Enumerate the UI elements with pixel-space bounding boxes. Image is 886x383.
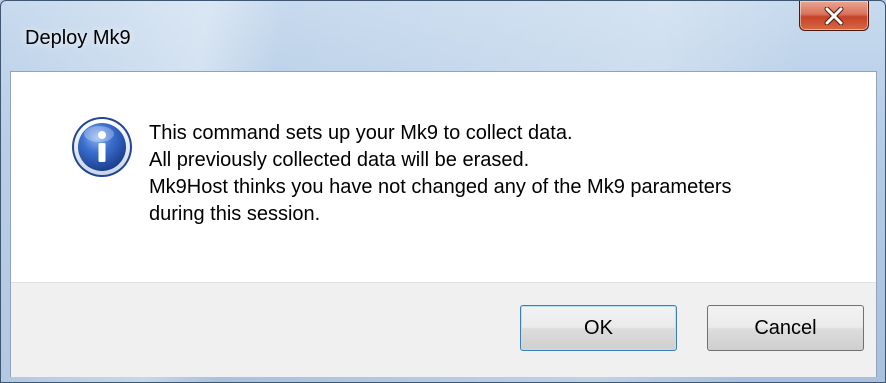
message-area: This command sets up your Mk9 to collect… (11, 72, 876, 282)
close-button[interactable] (799, 1, 869, 31)
message-line: Mk9Host thinks you have not changed any … (149, 176, 732, 198)
message-line: All previously collected data will be er… (149, 149, 530, 171)
window-title: Deploy Mk9 (25, 27, 131, 49)
button-bar: OK Cancel (11, 282, 876, 377)
dialog-window: Deploy Mk9 This command sets up your Mk9… (0, 0, 886, 383)
message-text: This command sets up your Mk9 to collect… (149, 120, 849, 228)
cancel-button[interactable]: Cancel (707, 305, 864, 351)
info-icon (72, 117, 132, 177)
ok-button[interactable]: OK (520, 305, 677, 351)
message-line: This command sets up your Mk9 to collect… (149, 122, 573, 144)
message-line: during this session. (149, 203, 321, 225)
title-bar[interactable]: Deploy Mk9 (1, 1, 885, 71)
close-icon (824, 6, 844, 25)
dialog-content: This command sets up your Mk9 to collect… (10, 71, 877, 377)
